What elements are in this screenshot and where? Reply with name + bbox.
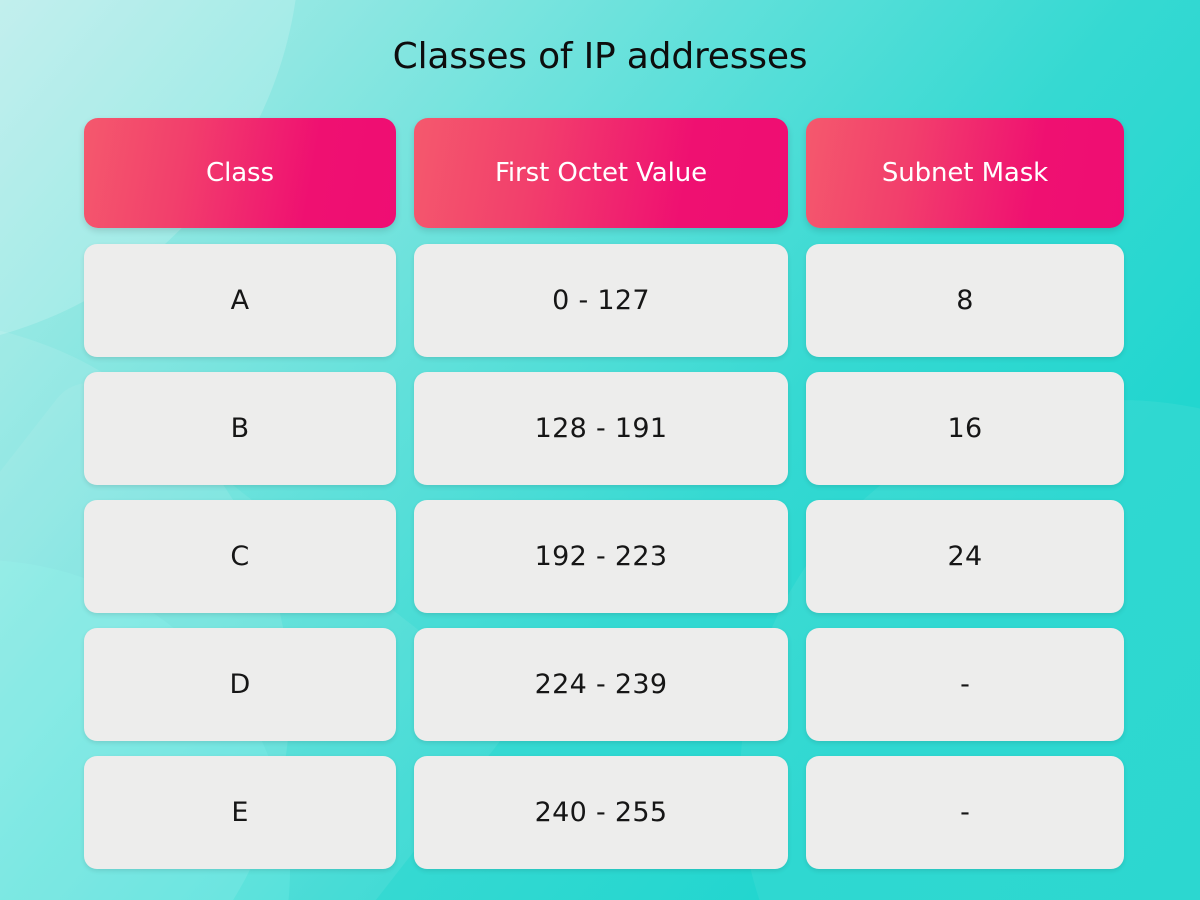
table-row: C 192 - 223 24 [84,500,1124,613]
cell-first-octet-value: 240 - 255 [414,756,788,869]
cell-subnet-mask: 24 [806,500,1124,613]
cell-subnet-mask: 16 [806,372,1124,485]
cell-first-octet-value: 0 - 127 [414,244,788,357]
column-header-subnet-mask: Subnet Mask [806,118,1124,228]
cell-class: B [84,372,396,485]
column-header-first-octet-value: First Octet Value [414,118,788,228]
table-row: A 0 - 127 8 [84,244,1124,357]
cell-class: C [84,500,396,613]
cell-subnet-mask: 8 [806,244,1124,357]
cell-class: E [84,756,396,869]
cell-class: A [84,244,396,357]
table-row: B 128 - 191 16 [84,372,1124,485]
infographic-page: Classes of IP addresses Class First Octe… [0,0,1200,900]
table-row: D 224 - 239 - [84,628,1124,741]
cell-class: D [84,628,396,741]
table-header-row: Class First Octet Value Subnet Mask [84,118,1124,228]
page-title: Classes of IP addresses [392,36,808,77]
ip-classes-table: Class First Octet Value Subnet Mask A 0 … [84,118,1124,869]
cell-subnet-mask: - [806,628,1124,741]
cell-first-octet-value: 224 - 239 [414,628,788,741]
cell-first-octet-value: 128 - 191 [414,372,788,485]
column-header-class: Class [84,118,396,228]
cell-first-octet-value: 192 - 223 [414,500,788,613]
cell-subnet-mask: - [806,756,1124,869]
table-row: E 240 - 255 - [84,756,1124,869]
